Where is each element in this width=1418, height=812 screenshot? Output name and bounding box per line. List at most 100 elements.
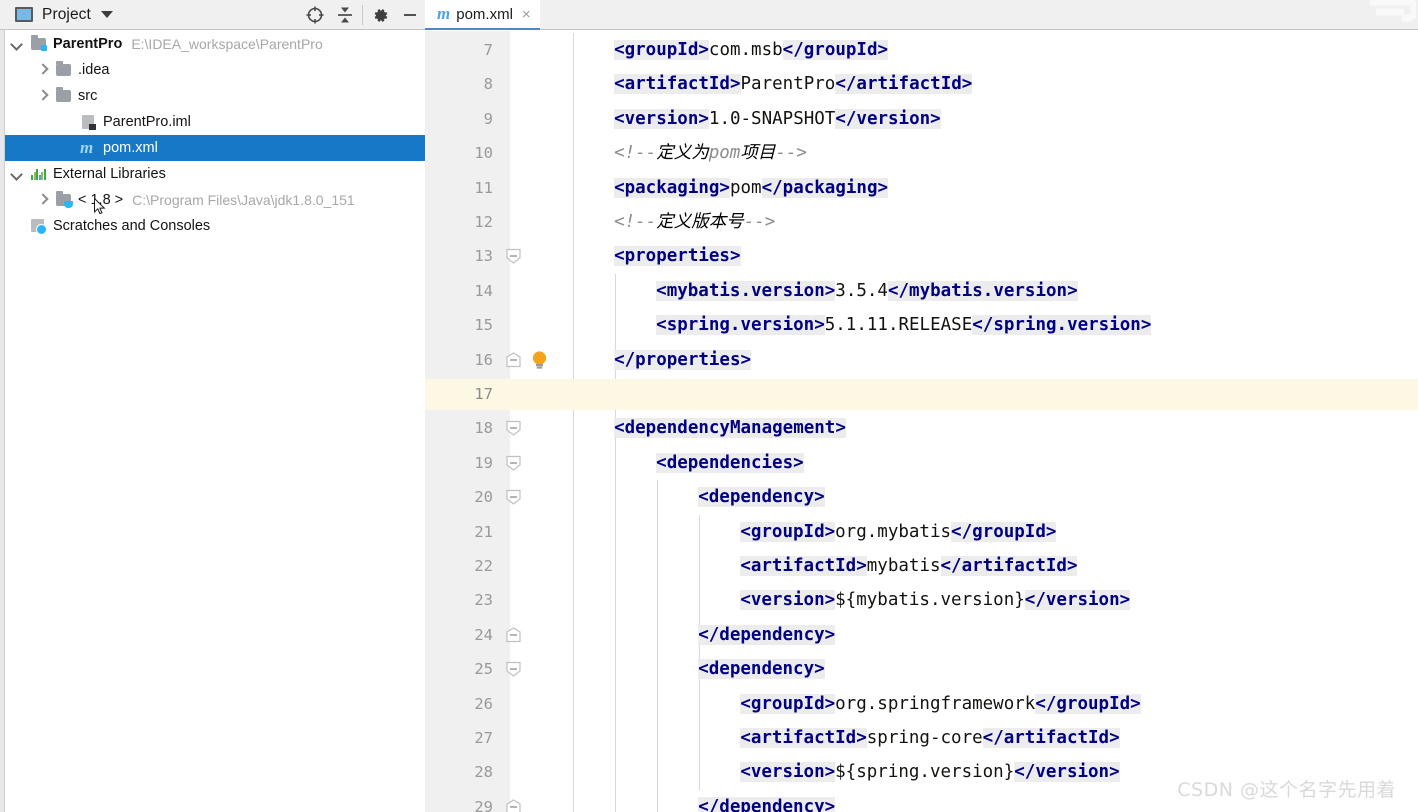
current-line-highlight — [425, 379, 1418, 410]
select-opened-file-icon[interactable] — [300, 1, 330, 29]
code-text[interactable]: <artifactId>spring-core</artifactId> — [740, 721, 1120, 755]
code-line[interactable]: 10 <!--定义为pom项目--> — [425, 136, 1418, 170]
line-number: 19 — [474, 453, 493, 472]
csdn-watermark: CSDN @这个名字先用着 — [1177, 779, 1396, 801]
tree-node-parentpro[interactable]: ParentPro E:\IDEA_workspace\ParentPro — [5, 31, 425, 57]
chevron-right-icon[interactable] — [36, 194, 49, 207]
minimize-icon[interactable] — [395, 1, 425, 29]
code-text[interactable]: <version>${mybatis.version}</version> — [740, 583, 1131, 617]
fold-end-marker-icon[interactable] — [505, 799, 522, 812]
libraries-icon — [30, 166, 48, 182]
code-line[interactable]: 7 <groupId>com.msb</groupId> — [425, 33, 1418, 67]
line-number: 29 — [474, 797, 493, 812]
chevron-down-icon[interactable] — [100, 11, 113, 18]
code-line[interactable]: 20 <dependency> — [425, 480, 1418, 514]
fold-expanded-icon[interactable] — [505, 248, 522, 265]
code-line[interactable]: 18 <dependencyManagement> — [425, 411, 1418, 445]
code-line[interactable]: 11 <packaging>pom</packaging> — [425, 171, 1418, 205]
project-panel-toolbar — [300, 0, 425, 30]
fold-expanded-icon[interactable] — [505, 661, 522, 677]
collapse-all-icon[interactable] — [330, 1, 360, 29]
code-text[interactable]: <groupId>org.mybatis</groupId> — [740, 515, 1057, 549]
tree-node-src[interactable]: src — [5, 83, 425, 109]
fold-expanded-icon[interactable] — [505, 489, 522, 505]
code-line[interactable]: 25 <dependency> — [425, 652, 1418, 686]
tree-node-label: .idea — [78, 62, 110, 78]
xml-tag-token: </artifactId> — [982, 728, 1120, 748]
xml-comment-token: --> — [743, 212, 776, 232]
code-text[interactable]: <version>${spring.version}</version> — [740, 755, 1120, 789]
code-line[interactable]: 17 — [425, 377, 1418, 411]
code-text[interactable]: </properties> — [614, 343, 752, 377]
code-text[interactable]: <!--定义为pom项目--> — [614, 136, 807, 170]
xml-tag-token: </version> — [1014, 762, 1120, 783]
code-text[interactable]: <packaging>pom</packaging> — [614, 171, 889, 205]
code-line[interactable]: 22 <artifactId>mybatis</artifactId> — [425, 549, 1418, 583]
code-line[interactable]: 24 </dependency> — [425, 618, 1418, 652]
fold-end-marker-icon[interactable] — [505, 627, 522, 643]
code-line[interactable]: 8 <artifactId>ParentPro</artifactId> — [425, 67, 1418, 101]
tree-node-scratches-and-consoles[interactable]: Scratches and Consoles — [5, 213, 425, 239]
tree-node-pom-xml[interactable]: m pom.xml — [5, 135, 425, 161]
code-text[interactable]: <!--定义版本号--> — [614, 205, 775, 239]
xml-value-token: spring-core — [866, 728, 983, 748]
tree-node-label: src — [78, 88, 98, 104]
close-icon[interactable]: × — [522, 7, 531, 22]
code-text[interactable]: <groupId>com.msb</groupId> — [614, 33, 889, 67]
code-content[interactable]: 7 <groupId>com.msb</groupId> 8 <artifactId>… — [425, 31, 1418, 812]
code-text[interactable]: <spring.version>5.1.11.RELEASE</spring.v… — [656, 308, 1152, 342]
tree-node-idea[interactable]: .idea — [5, 57, 425, 83]
editor-body[interactable]: 7 <groupId>com.msb</groupId> 8 <artifactId>… — [425, 31, 1418, 812]
code-text[interactable]: <dependencyManagement> — [614, 411, 846, 445]
chevron-right-icon[interactable] — [36, 90, 49, 103]
xml-comment-token: <!-- — [614, 212, 657, 232]
tab-pom-xml[interactable]: m pom.xml × — [425, 0, 540, 30]
code-text[interactable]: <artifactId>ParentPro</artifactId> — [614, 67, 973, 101]
chevron-down-icon[interactable] — [11, 38, 24, 51]
code-text[interactable]: <dependency> — [698, 480, 825, 514]
code-line[interactable]: 15 <spring.version>5.1.11.RELEASE</spring… — [425, 308, 1418, 342]
code-line[interactable]: 23 <version>${mybatis.version}</version> — [425, 583, 1418, 617]
xml-comment-token: pom — [708, 143, 741, 164]
tree-node-parentpro-iml[interactable]: ParentPro.iml — [5, 109, 425, 135]
fold-end-marker-icon[interactable] — [505, 351, 522, 368]
xml-tag-token: <artifactId> — [614, 74, 741, 95]
xml-tag-token: </packaging> — [761, 177, 889, 198]
code-text[interactable]: <properties> — [614, 239, 741, 273]
xml-comment-token: 定义为 — [656, 143, 709, 164]
tree-node-1-8[interactable]: < 1.8 > C:\Program Files\Java\jdk1.8.0_15… — [5, 187, 425, 213]
code-text[interactable]: </dependency> — [698, 790, 836, 812]
toolbar-divider — [362, 5, 363, 25]
code-text[interactable]: <mybatis.version>3.5.4</mybatis.version> — [656, 274, 1078, 308]
xml-tag-token: <groupId> — [740, 521, 836, 542]
code-line[interactable]: 21 <groupId>org.mybatis</groupId> — [425, 515, 1418, 549]
code-line[interactable]: 9 <version>1.0-SNAPSHOT</version> — [425, 102, 1418, 136]
code-text[interactable]: </dependency> — [698, 618, 836, 652]
code-text[interactable]: <version>1.0-SNAPSHOT</version> — [614, 102, 941, 136]
chevron-down-icon[interactable] — [11, 168, 24, 181]
intention-bulb-icon[interactable] — [530, 350, 549, 370]
code-line[interactable]: 26 <groupId>org.springframework</groupId> — [425, 687, 1418, 721]
line-number: 20 — [474, 488, 493, 507]
fold-expanded-icon[interactable] — [505, 420, 522, 437]
code-line[interactable]: 16 </properties> — [425, 343, 1418, 377]
line-number: 17 — [474, 385, 493, 403]
fold-expanded-icon[interactable] — [505, 455, 522, 471]
code-line[interactable]: 12 <!--定义版本号--> — [425, 205, 1418, 239]
code-line[interactable]: 13 <properties> — [425, 239, 1418, 273]
code-line[interactable]: 27 <artifactId>spring-core</artifactId> — [425, 721, 1418, 755]
folder-icon — [55, 87, 73, 104]
line-number: 26 — [474, 694, 493, 713]
code-text[interactable]: <groupId>org.springframework</groupId> — [740, 687, 1141, 721]
code-text[interactable]: <dependencies> — [656, 446, 804, 480]
code-text[interactable]: <dependency> — [698, 652, 825, 686]
line-number: 18 — [474, 419, 493, 438]
code-line[interactable]: 19 <dependencies> — [425, 446, 1418, 480]
code-line[interactable]: 14 <mybatis.version>3.5.4</mybatis.versio… — [425, 274, 1418, 308]
tree-node-external-libraries[interactable]: External Libraries — [5, 161, 425, 187]
line-number: 10 — [474, 144, 493, 163]
code-text[interactable]: <artifactId>mybatis</artifactId> — [740, 549, 1078, 583]
chevron-right-icon[interactable] — [36, 64, 49, 77]
gear-icon[interactable] — [365, 1, 395, 29]
